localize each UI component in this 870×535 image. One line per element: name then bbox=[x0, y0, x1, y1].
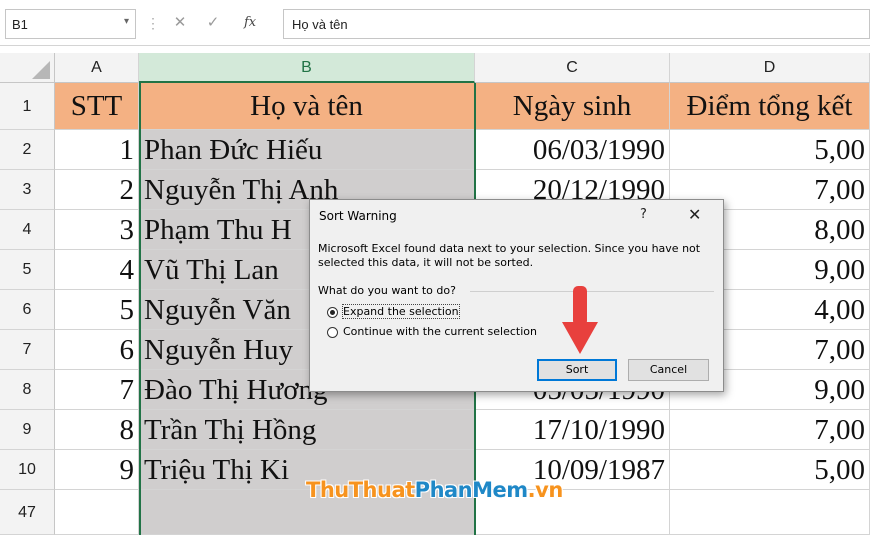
row-header-8[interactable]: 8 bbox=[0, 370, 55, 410]
row-header-47[interactable]: 47 bbox=[0, 490, 55, 535]
row-header-2[interactable]: 2 bbox=[0, 130, 55, 170]
watermark-logo: ThuThuatPhanMem.vn bbox=[306, 478, 563, 502]
cancel-icon[interactable]: ✕ bbox=[170, 12, 190, 34]
cell-d10[interactable]: 5,00 bbox=[670, 450, 870, 490]
cell-a9[interactable]: 8 bbox=[55, 410, 139, 450]
header-cell-a1[interactable]: STT bbox=[55, 83, 139, 130]
cell-a10[interactable]: 9 bbox=[55, 450, 139, 490]
watermark-part-1: ThuThuat bbox=[306, 478, 415, 502]
watermark-part-2: PhanMem bbox=[414, 478, 528, 502]
sort-button[interactable]: Sort bbox=[537, 359, 617, 381]
separator-icon: ⋮ bbox=[146, 15, 160, 31]
row-header-9[interactable]: 9 bbox=[0, 410, 55, 450]
name-box-value: B1 bbox=[12, 17, 28, 32]
chevron-down-icon[interactable]: ▾ bbox=[124, 16, 129, 27]
row-header-1[interactable]: 1 bbox=[0, 83, 55, 130]
name-box[interactable]: B1 ▾ bbox=[5, 9, 136, 39]
row-header-7[interactable]: 7 bbox=[0, 330, 55, 370]
column-header-a[interactable]: A bbox=[55, 53, 139, 83]
cell-d2[interactable]: 5,00 bbox=[670, 130, 870, 170]
column-header-d[interactable]: D bbox=[670, 53, 870, 83]
cell-a6[interactable]: 5 bbox=[55, 290, 139, 330]
help-icon[interactable]: ? bbox=[640, 207, 647, 222]
insert-function-icon[interactable]: fx bbox=[244, 12, 266, 34]
cell-c9[interactable]: 17/10/1990 bbox=[475, 410, 670, 450]
cell-a8[interactable]: 7 bbox=[55, 370, 139, 410]
close-icon[interactable]: ✕ bbox=[688, 205, 701, 224]
dialog-message: Microsoft Excel found data next to your … bbox=[318, 242, 720, 270]
down-arrow-icon bbox=[562, 286, 598, 354]
formula-input[interactable]: Họ và tên bbox=[283, 9, 870, 39]
question-label: What do you want to do? bbox=[318, 284, 456, 297]
enter-icon[interactable]: ✓ bbox=[203, 12, 223, 34]
watermark-part-3: .vn bbox=[527, 478, 564, 502]
message-line-1: Microsoft Excel found data next to your … bbox=[318, 242, 701, 255]
expand-selection-label[interactable]: Expand the selection bbox=[342, 304, 460, 319]
row-header-6[interactable]: 6 bbox=[0, 290, 55, 330]
header-cell-c1[interactable]: Ngày sinh bbox=[475, 83, 670, 130]
sort-warning-dialog: Sort Warning ? ✕ Microsoft Excel found d… bbox=[309, 199, 724, 392]
cell-a2[interactable]: 1 bbox=[55, 130, 139, 170]
message-line-2: selected this data, it will not be sorte… bbox=[318, 256, 534, 269]
continue-selection-label[interactable]: Continue with the current selection bbox=[343, 325, 537, 338]
select-all-corner[interactable] bbox=[0, 53, 55, 83]
header-cell-d1[interactable]: Điểm tổng kết bbox=[670, 83, 870, 130]
cell-d9[interactable]: 7,00 bbox=[670, 410, 870, 450]
cell-a3[interactable]: 2 bbox=[55, 170, 139, 210]
expand-selection-radio[interactable] bbox=[327, 307, 338, 318]
cell-b2[interactable]: Phan Đức Hiếu bbox=[139, 130, 475, 170]
cell-d47[interactable] bbox=[670, 490, 870, 535]
formula-value: Họ và tên bbox=[292, 17, 348, 32]
corner-triangle-icon bbox=[32, 61, 50, 79]
formula-bar: B1 ▾ ⋮ ✕ ✓ fx Họ và tên bbox=[0, 0, 870, 46]
dialog-title: Sort Warning bbox=[319, 209, 397, 223]
row-header-10[interactable]: 10 bbox=[0, 450, 55, 490]
cell-b9[interactable]: Trần Thị Hồng bbox=[139, 410, 475, 450]
cell-a47[interactable] bbox=[55, 490, 139, 535]
row-header-4[interactable]: 4 bbox=[0, 210, 55, 250]
row-header-3[interactable]: 3 bbox=[0, 170, 55, 210]
header-cell-b1[interactable]: Họ và tên bbox=[139, 83, 475, 130]
column-header-c[interactable]: C bbox=[475, 53, 670, 83]
cell-c2[interactable]: 06/03/1990 bbox=[475, 130, 670, 170]
cell-a5[interactable]: 4 bbox=[55, 250, 139, 290]
continue-selection-radio[interactable] bbox=[327, 327, 338, 338]
radio-dot-icon bbox=[330, 310, 335, 315]
column-header-b[interactable]: B bbox=[139, 53, 475, 83]
cancel-button[interactable]: Cancel bbox=[628, 359, 709, 381]
cell-a7[interactable]: 6 bbox=[55, 330, 139, 370]
row-header-5[interactable]: 5 bbox=[0, 250, 55, 290]
cell-a4[interactable]: 3 bbox=[55, 210, 139, 250]
